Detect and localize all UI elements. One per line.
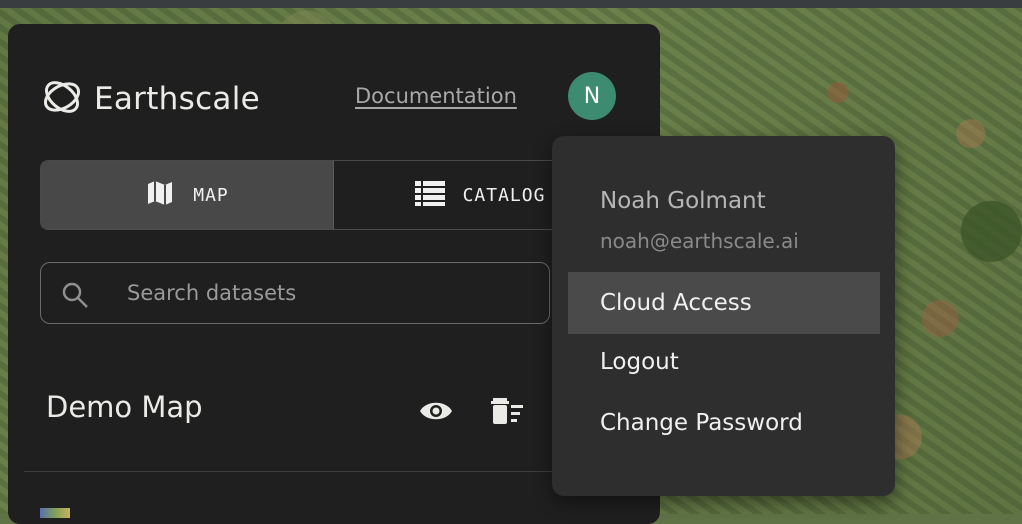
brand-name: Earthscale [94,81,261,117]
map-title: Demo Map [46,390,203,424]
trash-icon[interactable] [490,396,524,430]
avatar[interactable]: N [568,72,616,120]
user-email: noah@earthscale.ai [600,229,799,253]
menu-item-logout[interactable]: Logout [568,331,880,393]
user-menu: Noah Golmant noah@earthscale.ai Cloud Ac… [552,136,895,496]
brand-logo[interactable]: Earthscale [40,72,260,126]
map-tab[interactable]: MAP [41,161,334,229]
menu-item-change-password[interactable]: Change Password [568,392,880,454]
menu-item-cloud-access[interactable]: Cloud Access [568,272,880,334]
map-icon [145,178,193,213]
layer-thumbnail [40,508,70,518]
top-strip [0,0,1022,8]
catalog-tab-label: CATALOG [462,184,546,206]
search-icon [61,281,89,313]
documentation-link[interactable]: Documentation [355,84,517,108]
search-box [40,262,550,324]
eye-icon[interactable] [418,398,454,428]
search-input[interactable] [125,263,529,323]
catalog-list-icon [414,180,463,211]
user-name: Noah Golmant [600,188,766,214]
earthscale-logo-icon [40,72,84,126]
map-tab-label: MAP [193,184,229,206]
